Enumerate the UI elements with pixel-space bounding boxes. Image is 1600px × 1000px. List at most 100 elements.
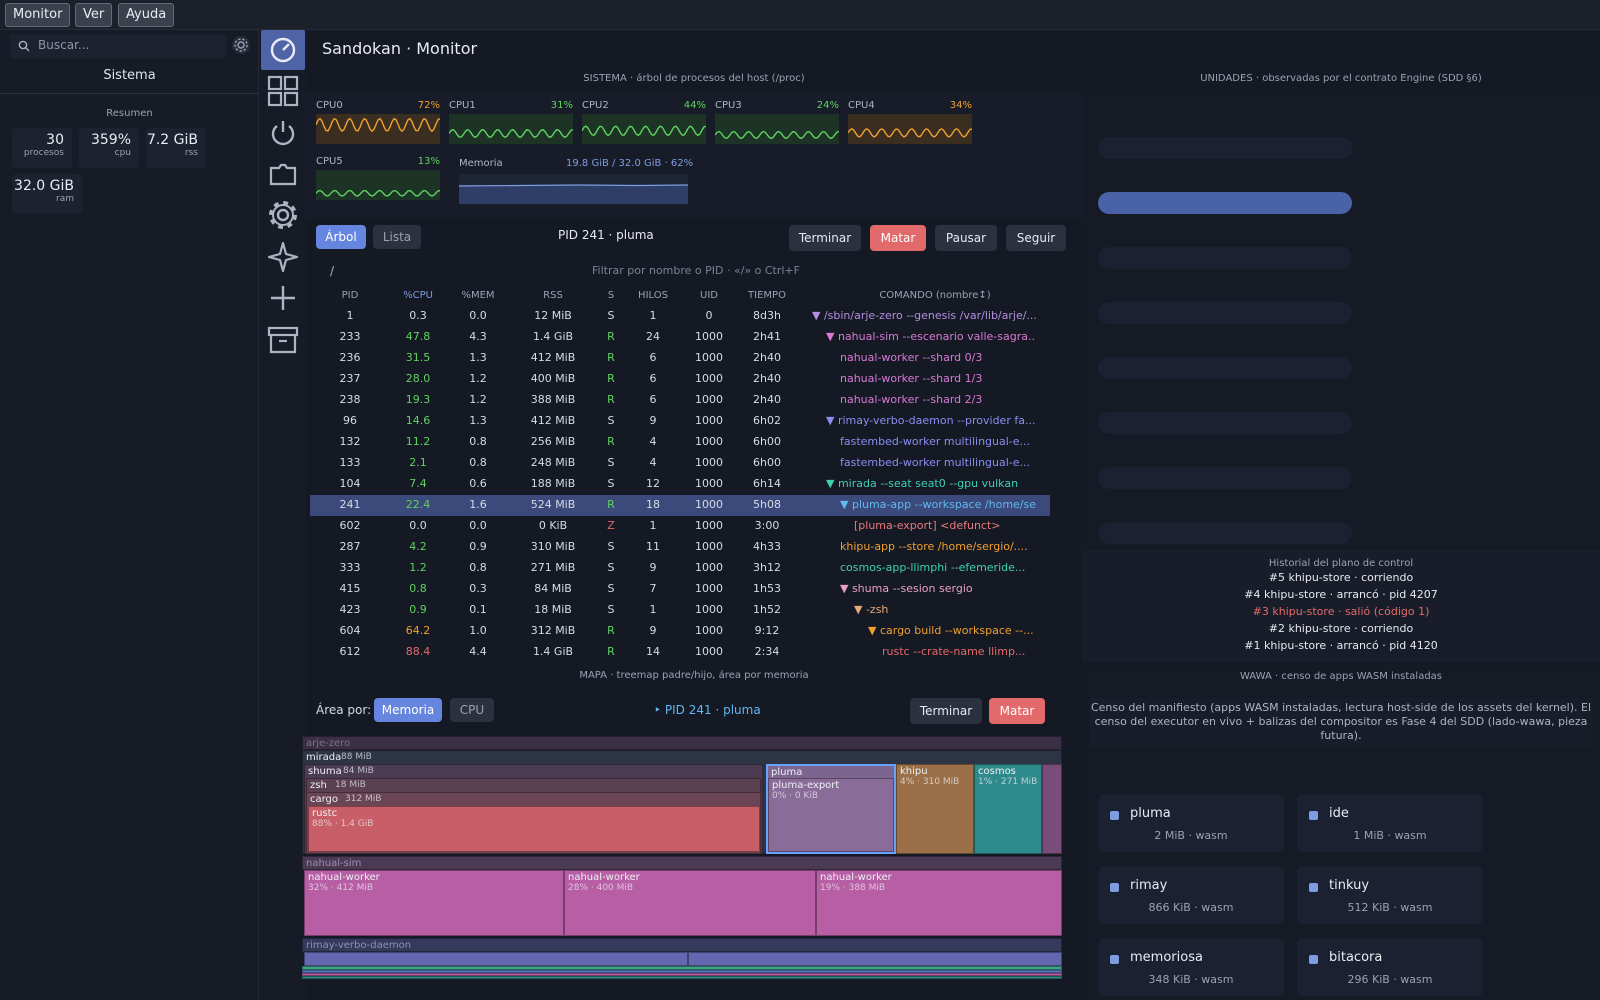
plus-icon[interactable] — [261, 278, 305, 318]
cell-command: nahual-worker --shard 0/3 — [840, 351, 983, 364]
cell-command: ▼ shuma --sesion sergio — [840, 582, 973, 595]
treemap-label: mirada — [306, 752, 342, 763]
mapa-terminate-button[interactable]: Terminar — [910, 698, 982, 724]
kill-button[interactable]: Matar — [870, 225, 926, 251]
table-row[interactable]: 104 7.4 0.6 188 MiB S 12 1000 6h14 ▼ mirada --se… — [310, 474, 1050, 495]
treemap-fastembed-1[interactable] — [688, 952, 1062, 966]
treemap-strip[interactable] — [302, 976, 1062, 979]
filter-input[interactable]: / Filtrar por nombre o PID · «/» o Ctrl+… — [310, 264, 1060, 282]
table-row[interactable]: 612 88.4 4.4 1.4 GiB R 14 1000 2:34 rustc --crat… — [310, 642, 1050, 663]
area-cpu-button[interactable]: CPU — [450, 698, 494, 722]
app-dot-icon — [1110, 883, 1119, 892]
treemap-label: rustc — [312, 808, 338, 819]
cell-uid: 1000 — [695, 645, 723, 658]
wasm-app-card[interactable]: ide 1 MiB · wasm — [1297, 794, 1483, 852]
column-header[interactable]: TIEMPO — [737, 290, 797, 301]
cell-command: fastembed-worker multilingual-e... — [840, 456, 1031, 469]
wasm-app-card[interactable]: memoriosa 348 KiB · wasm — [1098, 938, 1284, 996]
treemap-khipu[interactable]: khipu 4% · 310 MiB — [896, 764, 974, 854]
settings-gear-icon[interactable] — [231, 35, 251, 55]
cell-hilos: 24 — [646, 330, 660, 343]
table-row[interactable]: 133 2.1 0.8 248 MiB S 4 1000 6h00 fastembed-work… — [310, 453, 1050, 474]
cell-s: S — [607, 540, 615, 553]
treemap-fastembed-0[interactable] — [304, 952, 688, 966]
table-row[interactable]: 423 0.9 0.1 18 MiB S 1 1000 1h52 ▼ -zsh — [310, 600, 1050, 621]
grid-apps-icon[interactable] — [261, 71, 305, 111]
column-header[interactable]: UID — [689, 290, 729, 301]
wasm-app-card[interactable]: tinkuy 512 KiB · wasm — [1297, 866, 1483, 924]
archive-icon[interactable] — [261, 320, 305, 360]
table-row[interactable]: 1 0.3 0.0 12 MiB S 1 0 8d3h ▼ /sbin/arje-zero --… — [310, 306, 1050, 327]
wasm-app-card[interactable]: bitacora 296 KiB · wasm — [1297, 938, 1483, 996]
column-header[interactable]: PID — [325, 290, 375, 301]
column-header[interactable]: %CPU — [393, 290, 443, 301]
wasm-app-card[interactable]: rimay 866 KiB · wasm — [1098, 866, 1284, 924]
folder-icon[interactable] — [261, 154, 305, 194]
treemap-rustc[interactable]: rustc 88% · 1.4 GiB — [308, 806, 760, 852]
treemap-nahual-worker-1[interactable]: nahual-worker 28% · 400 MiB — [564, 870, 816, 936]
cell-hilos: 4 — [649, 435, 657, 448]
list-view-button[interactable]: Lista — [373, 225, 421, 249]
unit-placeholder — [1098, 357, 1352, 379]
sparkle-icon[interactable] — [261, 237, 305, 277]
column-header[interactable]: S — [601, 290, 621, 301]
table-row[interactable]: 96 14.6 1.3 412 MiB S 9 1000 6h02 ▼ rimay-verbo-… — [310, 411, 1050, 432]
table-row[interactable]: 604 64.2 1.0 312 MiB R 9 1000 9:12 ▼ cargo build… — [310, 621, 1050, 642]
cell-cpu: 0.8 — [409, 582, 427, 595]
section-title-sistema[interactable]: Sistema — [0, 64, 259, 94]
treemap-nahual-worker-2[interactable]: nahual-worker 19% · 388 MiB — [816, 870, 1062, 936]
treemap-size: 312 MiB — [345, 794, 382, 804]
mapa-kill-button[interactable]: Matar — [989, 698, 1045, 724]
column-header[interactable]: COMANDO (nombre↕) — [870, 290, 1000, 301]
treemap-pluma-export[interactable]: pluma-export 0% · 0 KiB — [768, 778, 894, 852]
table-row[interactable]: 237 28.0 1.2 400 MiB R 6 1000 2h40 nahual-worker… — [310, 369, 1050, 390]
table-row[interactable]: 241 22.4 1.6 524 MiB R 18 1000 5h08 ▼ pluma-app … — [310, 495, 1050, 516]
cpu-label: CPU4 — [848, 100, 875, 111]
area-memory-button[interactable]: Memoria — [374, 698, 442, 722]
cell-mem: 0.3 — [469, 582, 487, 595]
power-icon[interactable] — [261, 113, 305, 153]
table-row[interactable]: 236 31.5 1.3 412 MiB R 6 1000 2h40 nahual-worker… — [310, 348, 1050, 369]
terminate-button[interactable]: Terminar — [789, 225, 861, 251]
cell-pid: 133 — [339, 456, 361, 469]
cell-s: S — [607, 603, 615, 616]
unit-selected[interactable] — [1098, 192, 1352, 214]
column-header[interactable]: HILOS — [628, 290, 678, 301]
cell-rss: 18 MiB — [534, 603, 572, 616]
cell-tiempo: 2:34 — [754, 645, 780, 658]
cell-pid: 1 — [346, 309, 354, 322]
cell-cpu: 1.2 — [409, 561, 427, 574]
menu-ayuda[interactable]: Ayuda — [118, 3, 175, 27]
wasm-app-card[interactable]: pluma 2 MiB · wasm — [1098, 794, 1284, 852]
menu-monitor[interactable]: Monitor — [5, 3, 71, 27]
table-row[interactable]: 233 47.8 4.3 1.4 GiB R 24 1000 2h41 ▼ nahual-sim… — [310, 327, 1050, 348]
resume-button[interactable]: Seguir — [1006, 225, 1066, 251]
table-row[interactable]: 602 0.0 0.0 0 KiB Z 1 1000 3:00 [pluma-export] <… — [310, 516, 1050, 537]
table-row[interactable]: 415 0.8 0.3 84 MiB S 7 1000 1h53 ▼ shuma --sesio… — [310, 579, 1050, 600]
treemap-arje-zero[interactable]: arje-zero — [302, 736, 1062, 750]
treemap-other[interactable] — [1042, 764, 1062, 854]
search-input[interactable]: Buscar... — [10, 34, 226, 58]
column-header[interactable]: %MEM — [453, 290, 503, 301]
menu-ver[interactable]: Ver — [75, 3, 113, 27]
treemap-cosmos[interactable]: cosmos 1% · 271 MiB — [974, 764, 1042, 854]
column-header[interactable]: RSS — [513, 290, 593, 301]
table-row[interactable]: 238 19.3 1.2 388 MiB R 6 1000 2h40 nahual-worker… — [310, 390, 1050, 411]
app-size: 1 MiB · wasm — [1353, 829, 1427, 842]
search-icon — [18, 40, 30, 52]
history-item: #2 khipu-store · corriendo — [1268, 622, 1414, 635]
app-dot-icon — [1309, 811, 1318, 820]
table-row[interactable]: 333 1.2 0.8 271 MiB S 9 1000 3h12 cosmos-app-lli… — [310, 558, 1050, 579]
gear-icon[interactable] — [261, 195, 305, 235]
cell-s: R — [607, 372, 615, 385]
treemap-nahual-sim[interactable]: nahual-sim — [302, 856, 1062, 870]
cell-command: nahual-worker --shard 2/3 — [840, 393, 983, 406]
treemap-nahual-worker-0[interactable]: nahual-worker 32% · 412 MiB — [304, 870, 564, 936]
table-row[interactable]: 287 4.2 0.9 310 MiB S 11 1000 4h33 khipu-app --s… — [310, 537, 1050, 558]
table-row[interactable]: 132 11.2 0.8 256 MiB R 4 1000 6h00 fastembed-wor… — [310, 432, 1050, 453]
cell-rss: 388 MiB — [530, 393, 576, 406]
monitor-gauge-icon[interactable] — [261, 30, 305, 70]
tree-view-button[interactable]: Árbol — [316, 225, 366, 249]
treemap-rimay-verbo-daemon[interactable]: rimay-verbo-daemon — [302, 938, 1062, 952]
pause-button[interactable]: Pausar — [935, 225, 997, 251]
